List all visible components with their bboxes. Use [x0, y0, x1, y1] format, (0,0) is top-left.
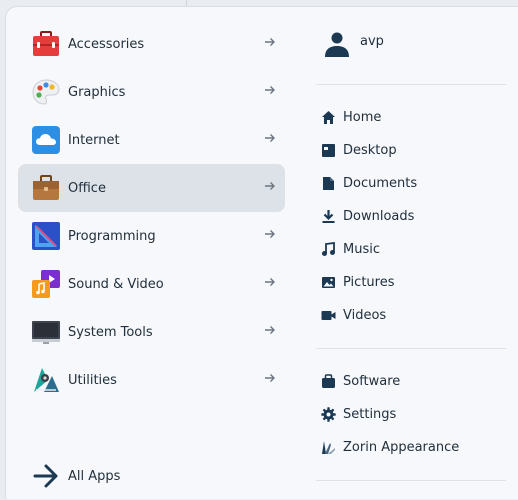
place-videos[interactable]: Videos — [316, 299, 506, 332]
place-label: Documents — [343, 176, 418, 191]
video-icon — [321, 308, 336, 323]
arrow-right-icon — [264, 180, 276, 192]
category-label: Utilities — [68, 372, 117, 388]
toolbox-icon — [32, 30, 60, 58]
cloud-icon — [32, 126, 60, 154]
places-list: Home Desktop Documents Downloads Music P… — [316, 101, 506, 332]
system-list: Software Settings Zorin Appearance — [316, 365, 506, 464]
system-settings[interactable]: Settings — [316, 398, 506, 431]
arrow-right-icon — [264, 132, 276, 144]
multimedia-icon — [32, 270, 60, 298]
arrow-right-icon — [264, 84, 276, 96]
appearance-icon — [321, 440, 336, 455]
place-pictures[interactable]: Pictures — [316, 266, 506, 299]
category-accessories[interactable]: Accessories — [18, 20, 285, 68]
place-label: Videos — [343, 308, 387, 323]
category-office[interactable]: Office — [18, 164, 285, 212]
place-label: Home — [343, 110, 382, 125]
user-name: avp — [360, 33, 384, 49]
programming-icon — [32, 222, 60, 250]
gear-icon — [321, 407, 336, 422]
monitor-icon — [32, 318, 60, 346]
system-label: Zorin Appearance — [343, 440, 460, 455]
category-internet[interactable]: Internet — [18, 116, 285, 164]
separator — [316, 480, 506, 481]
software-icon — [321, 374, 336, 389]
music-icon — [321, 242, 336, 257]
place-label: Music — [343, 242, 380, 257]
system-software[interactable]: Software — [316, 365, 506, 398]
system-label: Settings — [343, 407, 397, 422]
place-music[interactable]: Music — [316, 233, 506, 266]
download-icon — [321, 209, 336, 224]
arrow-right-icon — [264, 372, 276, 384]
category-system-tools[interactable]: System Tools — [18, 308, 285, 356]
place-label: Desktop — [343, 143, 397, 158]
category-utilities[interactable]: Utilities — [18, 356, 285, 404]
system-zorin-appearance[interactable]: Zorin Appearance — [316, 431, 506, 464]
arrow-right-icon — [32, 462, 60, 490]
arrow-right-icon — [264, 228, 276, 240]
separator — [316, 84, 506, 85]
arrow-right-icon — [264, 276, 276, 288]
separator — [316, 348, 506, 349]
category-label: Office — [68, 180, 106, 196]
place-label: Downloads — [343, 209, 415, 224]
place-label: Pictures — [343, 275, 395, 290]
all-apps-button[interactable]: All Apps — [18, 452, 285, 500]
user-icon — [324, 31, 350, 57]
picture-icon — [321, 275, 336, 290]
user-section: avp — [316, 20, 506, 68]
category-programming[interactable]: Programming — [18, 212, 285, 260]
category-label: Sound & Video — [68, 276, 164, 292]
category-graphics[interactable]: Graphics — [18, 68, 285, 116]
category-list: Accessories Graphics Internet Office Pro… — [18, 20, 285, 404]
place-documents[interactable]: Documents — [316, 167, 506, 200]
home-icon — [321, 110, 336, 125]
category-sound-video[interactable]: Sound & Video — [18, 260, 285, 308]
place-downloads[interactable]: Downloads — [316, 200, 506, 233]
category-label: System Tools — [68, 324, 153, 340]
place-home[interactable]: Home — [316, 101, 506, 134]
category-label: Programming — [68, 228, 156, 244]
all-apps-label: All Apps — [68, 468, 121, 484]
user-account-button[interactable]: avp — [316, 20, 506, 68]
palette-icon — [32, 78, 60, 106]
utilities-icon — [32, 366, 60, 394]
arrow-right-icon — [264, 36, 276, 48]
document-icon — [321, 176, 336, 191]
desktop-icon — [321, 143, 336, 158]
arrow-right-icon — [264, 324, 276, 336]
briefcase-icon — [32, 174, 60, 202]
system-label: Software — [343, 374, 401, 389]
category-label: Internet — [68, 132, 120, 148]
category-label: Accessories — [68, 36, 145, 52]
place-desktop[interactable]: Desktop — [316, 134, 506, 167]
category-label: Graphics — [68, 84, 126, 100]
